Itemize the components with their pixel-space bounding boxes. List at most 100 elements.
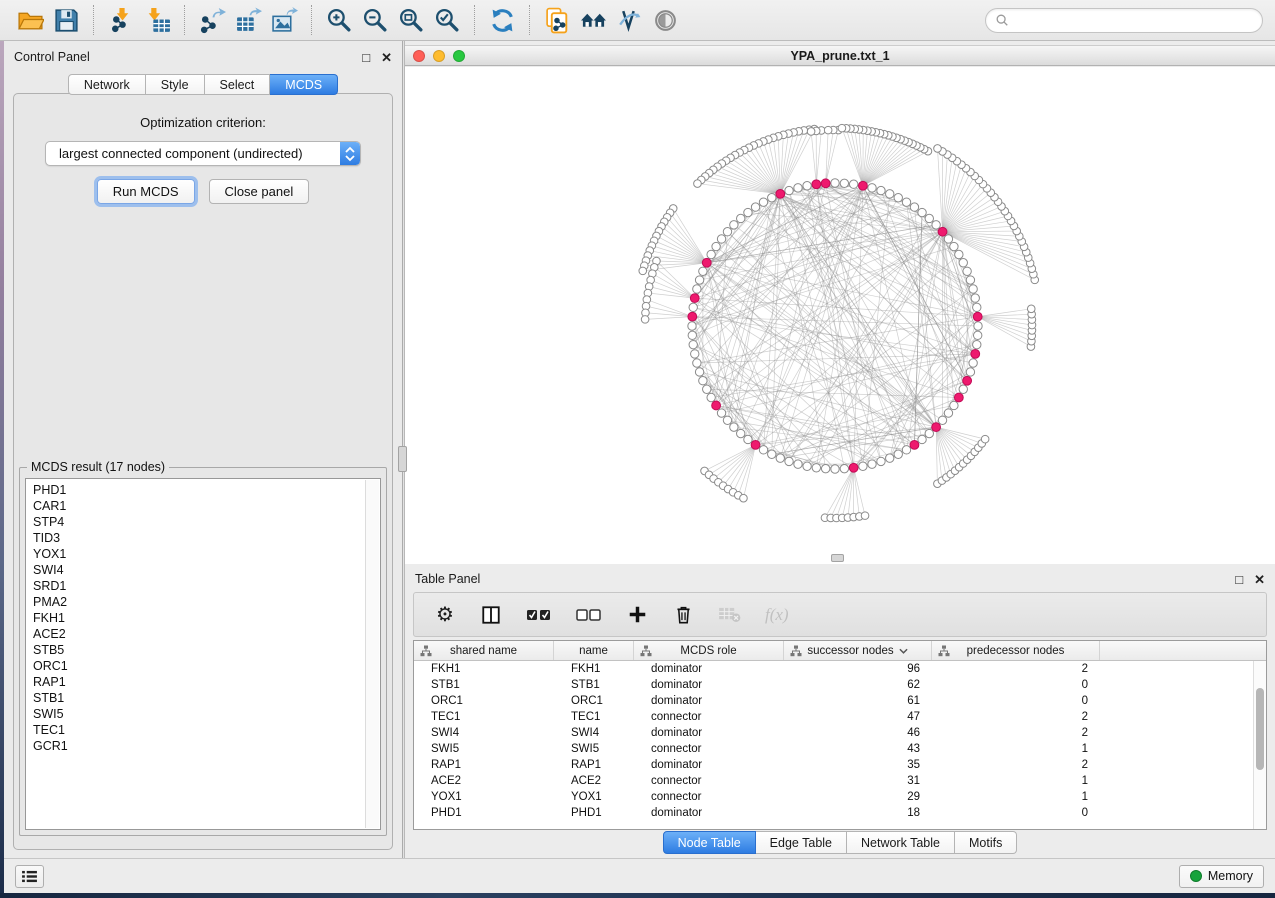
mcds-hub-node[interactable] — [776, 189, 785, 198]
table-row[interactable]: ACE2ACE2connector311 — [414, 773, 1253, 789]
ring-node[interactable] — [744, 435, 752, 443]
export-image-button[interactable] — [266, 4, 302, 36]
satellite-node[interactable] — [641, 316, 649, 324]
ring-node[interactable] — [944, 409, 952, 417]
result-node-item[interactable]: STP4 — [26, 514, 364, 530]
ring-node[interactable] — [974, 322, 982, 330]
zoom-fit-button[interactable] — [393, 4, 429, 36]
tab-node-table[interactable]: Node Table — [663, 831, 756, 854]
ring-node[interactable] — [877, 186, 885, 194]
memory-button[interactable]: Memory — [1179, 865, 1264, 888]
ring-node[interactable] — [963, 267, 971, 275]
satellite-node[interactable] — [694, 180, 702, 188]
table-row[interactable]: RAP1RAP1dominator352 — [414, 757, 1253, 773]
satellite-node[interactable] — [934, 145, 942, 153]
ring-node[interactable] — [886, 190, 894, 198]
optimization-criterion-dropdown[interactable]: largest connected component (undirected) — [45, 141, 361, 166]
mcds-hub-node[interactable] — [812, 180, 821, 189]
table-row[interactable]: YOX1YOX1connector291 — [414, 789, 1253, 805]
satellite-node[interactable] — [824, 126, 832, 134]
zoom-traffic-light[interactable] — [453, 50, 465, 62]
ring-node[interactable] — [831, 179, 839, 187]
ring-node[interactable] — [925, 214, 933, 222]
result-node-item[interactable]: YOX1 — [26, 546, 364, 562]
ring-node[interactable] — [966, 276, 974, 284]
ring-node[interactable] — [918, 208, 926, 216]
ring-node[interactable] — [785, 457, 793, 465]
ring-node[interactable] — [691, 350, 699, 358]
mcds-hub-node[interactable] — [938, 227, 947, 236]
delete-column-button[interactable] — [672, 602, 694, 628]
satellite-node[interactable] — [740, 494, 748, 502]
ring-node[interactable] — [973, 331, 981, 339]
ring-node[interactable] — [821, 464, 829, 472]
close-panel-icon[interactable]: ✕ — [381, 51, 392, 64]
ring-node[interactable] — [973, 340, 981, 348]
mcds-hub-node[interactable] — [712, 401, 721, 410]
ring-node[interactable] — [759, 446, 767, 454]
ring-node[interactable] — [966, 368, 974, 376]
show-graphics-details-button[interactable] — [647, 4, 683, 36]
ring-node[interactable] — [973, 303, 981, 311]
result-node-item[interactable]: SWI5 — [26, 706, 364, 722]
tab-select[interactable]: Select — [205, 74, 271, 95]
import-table-button[interactable] — [139, 4, 175, 36]
save-session-button[interactable] — [48, 4, 84, 36]
ring-node[interactable] — [707, 393, 715, 401]
mcds-hub-node[interactable] — [690, 294, 699, 303]
result-node-item[interactable]: TID3 — [26, 530, 364, 546]
ring-node[interactable] — [938, 416, 946, 424]
table-row[interactable]: FKH1FKH1dominator962 — [414, 661, 1253, 677]
result-node-item[interactable]: RAP1 — [26, 674, 364, 690]
mcds-hub-node[interactable] — [821, 179, 830, 188]
ring-node[interactable] — [859, 462, 867, 470]
mcds-hub-node[interactable] — [954, 393, 963, 402]
tab-style[interactable]: Style — [146, 74, 205, 95]
ring-node[interactable] — [812, 464, 820, 472]
mcds-hub-node[interactable] — [910, 441, 919, 450]
ring-node[interactable] — [894, 194, 902, 202]
tab-network-table[interactable]: Network Table — [847, 831, 955, 854]
mcds-hub-node[interactable] — [688, 312, 697, 321]
ring-node[interactable] — [877, 457, 885, 465]
zoom-selected-button[interactable] — [429, 4, 465, 36]
ring-node[interactable] — [959, 259, 967, 267]
zoom-in-button[interactable] — [321, 4, 357, 36]
ring-node[interactable] — [840, 179, 848, 187]
ring-node[interactable] — [712, 242, 720, 250]
ring-node[interactable] — [699, 267, 707, 275]
search-box[interactable] — [985, 8, 1263, 33]
result-node-item[interactable]: CAR1 — [26, 498, 364, 514]
new-network-from-selection-button[interactable] — [539, 4, 575, 36]
select-all-rows-button[interactable] — [526, 602, 552, 628]
table-mode-button[interactable] — [480, 602, 502, 628]
satellite-node[interactable] — [861, 512, 869, 520]
apply-preferred-layout-button[interactable] — [484, 4, 520, 36]
zoom-out-button[interactable] — [357, 4, 393, 36]
table-row[interactable]: TEC1TEC1connector472 — [414, 709, 1253, 725]
ring-node[interactable] — [695, 368, 703, 376]
result-node-item[interactable]: PMA2 — [26, 594, 364, 610]
ring-node[interactable] — [717, 235, 725, 243]
ring-node[interactable] — [737, 214, 745, 222]
table-row[interactable]: SWI5SWI5connector431 — [414, 741, 1253, 757]
ring-node[interactable] — [699, 377, 707, 385]
first-neighbors-button[interactable] — [575, 4, 611, 36]
ring-node[interactable] — [969, 285, 977, 293]
ring-node[interactable] — [902, 198, 910, 206]
satellite-node[interactable] — [981, 435, 989, 443]
ring-node[interactable] — [776, 454, 784, 462]
ring-node[interactable] — [971, 294, 979, 302]
mcds-result-listbox[interactable]: PHD1CAR1STP4TID3YOX1SWI4SRD1PMA2FKH1ACE2… — [25, 478, 381, 830]
minimize-traffic-light[interactable] — [433, 50, 445, 62]
tab-motifs[interactable]: Motifs — [955, 831, 1017, 854]
result-node-item[interactable]: ORC1 — [26, 658, 364, 674]
open-file-button[interactable] — [12, 4, 48, 36]
task-history-button[interactable] — [15, 865, 44, 888]
ring-node[interactable] — [695, 276, 703, 284]
table-row[interactable]: PHD1PHD1dominator180 — [414, 805, 1253, 821]
ring-node[interactable] — [693, 285, 701, 293]
ring-node[interactable] — [950, 401, 958, 409]
result-node-item[interactable]: GCR1 — [26, 738, 364, 754]
column-header-name[interactable]: name — [554, 641, 634, 660]
